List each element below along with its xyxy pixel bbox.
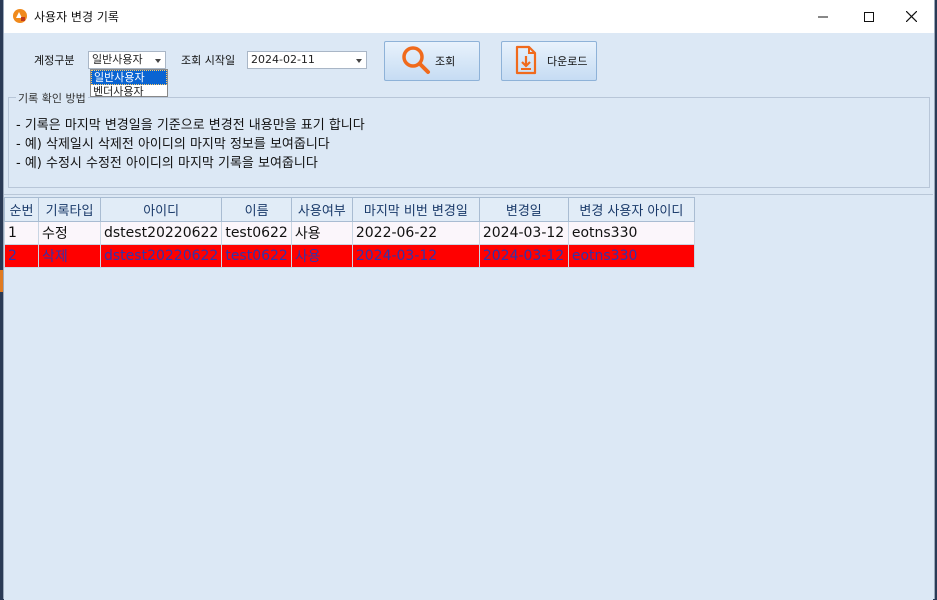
title-bar: 사용자 변경 기록 bbox=[4, 0, 934, 33]
account-type-value: 일반사용자 bbox=[92, 53, 143, 66]
column-header[interactable]: 사용여부 bbox=[290, 197, 353, 222]
table-row[interactable]: 1 수정 dstest20220622 test0622 사용 2022-06-… bbox=[4, 221, 695, 245]
column-header[interactable]: 변경 사용자 아이디 bbox=[567, 197, 695, 222]
info-line: - 예) 수정시 수정전 아이디의 마지막 기록을 보여줍니다 bbox=[16, 156, 318, 171]
cell-user-id: dstest20220622 bbox=[99, 221, 223, 245]
column-header[interactable]: 기록타입 bbox=[38, 197, 101, 222]
app-window: 사용자 변경 기록 계정구분 일반사용자 일반사용자 벤더사용자 조회 시작일 … bbox=[3, 0, 935, 600]
start-date-picker[interactable]: 2024-02-11 bbox=[247, 51, 367, 69]
cell-record-type: 삭제 bbox=[38, 244, 101, 268]
table-row[interactable]: 2 삭제 dstest20220622 test0622 사용 2024-03-… bbox=[4, 244, 695, 268]
search-button[interactable]: 조회 bbox=[384, 41, 480, 81]
account-type-dropdown: 일반사용자 벤더사용자 bbox=[90, 69, 168, 98]
info-group-title: 기록 확인 방법 bbox=[16, 90, 88, 106]
search-button-label: 조회 bbox=[435, 55, 456, 68]
cell-last-pw-change: 2024-03-12 bbox=[351, 244, 480, 268]
app-logo-icon bbox=[12, 8, 28, 24]
start-date-value: 2024-02-11 bbox=[251, 53, 315, 66]
cell-seq: 1 bbox=[4, 221, 39, 245]
download-file-icon bbox=[514, 45, 538, 78]
maximize-icon bbox=[864, 11, 874, 22]
account-type-label: 계정구분 bbox=[34, 54, 75, 67]
background-window-edge bbox=[0, 270, 3, 292]
column-header[interactable]: 순번 bbox=[4, 197, 39, 222]
info-line: - 기록은 마지막 변경일을 기준으로 변경전 내용만을 표기 합니다 bbox=[16, 118, 365, 133]
history-grid: 순번 기록타입 아이디 이름 사용여부 마지막 비번 변경일 변경일 변경 사용… bbox=[4, 194, 933, 600]
cell-changed-by: eotns330 bbox=[567, 221, 695, 245]
close-button[interactable] bbox=[888, 0, 934, 33]
start-date-label: 조회 시작일 bbox=[181, 54, 236, 67]
cell-seq: 2 bbox=[4, 244, 39, 268]
cell-user-id: dstest20220622 bbox=[99, 244, 223, 268]
cell-last-pw-change: 2022-06-22 bbox=[351, 221, 480, 245]
cell-change-date: 2024-03-12 bbox=[478, 221, 569, 245]
info-line: - 예) 삭제일시 삭제전 아이디의 마지막 정보를 보여줍니다 bbox=[16, 137, 330, 152]
minimize-icon bbox=[818, 16, 828, 17]
account-type-option[interactable]: 벤더사용자 bbox=[91, 85, 167, 98]
search-icon bbox=[401, 45, 431, 78]
cell-changed-by: eotns330 bbox=[567, 244, 695, 268]
account-type-select[interactable]: 일반사용자 bbox=[88, 51, 166, 69]
account-type-option[interactable]: 일반사용자 bbox=[91, 70, 167, 85]
download-button[interactable]: 다운로드 bbox=[501, 41, 597, 81]
cell-record-type: 수정 bbox=[38, 221, 101, 245]
cell-change-date: 2024-03-12 bbox=[478, 244, 569, 268]
table-header-row: 순번 기록타입 아이디 이름 사용여부 마지막 비번 변경일 변경일 변경 사용… bbox=[4, 197, 695, 222]
chevron-down-icon bbox=[155, 59, 161, 63]
chevron-down-icon bbox=[356, 59, 362, 63]
cell-in-use: 사용 bbox=[290, 244, 353, 268]
close-icon bbox=[905, 11, 917, 22]
window-title: 사용자 변경 기록 bbox=[34, 10, 119, 24]
column-header[interactable]: 이름 bbox=[221, 197, 292, 222]
cell-in-use: 사용 bbox=[290, 221, 353, 245]
column-header[interactable]: 변경일 bbox=[478, 197, 569, 222]
cell-name: test0622 bbox=[221, 221, 292, 245]
column-header[interactable]: 아이디 bbox=[99, 197, 223, 222]
cell-name: test0622 bbox=[221, 244, 292, 268]
maximize-button[interactable] bbox=[846, 0, 892, 33]
column-header[interactable]: 마지막 비번 변경일 bbox=[351, 197, 480, 222]
download-button-label: 다운로드 bbox=[547, 55, 588, 68]
history-table: 순번 기록타입 아이디 이름 사용여부 마지막 비번 변경일 변경일 변경 사용… bbox=[4, 197, 695, 268]
minimize-button[interactable] bbox=[800, 0, 846, 33]
